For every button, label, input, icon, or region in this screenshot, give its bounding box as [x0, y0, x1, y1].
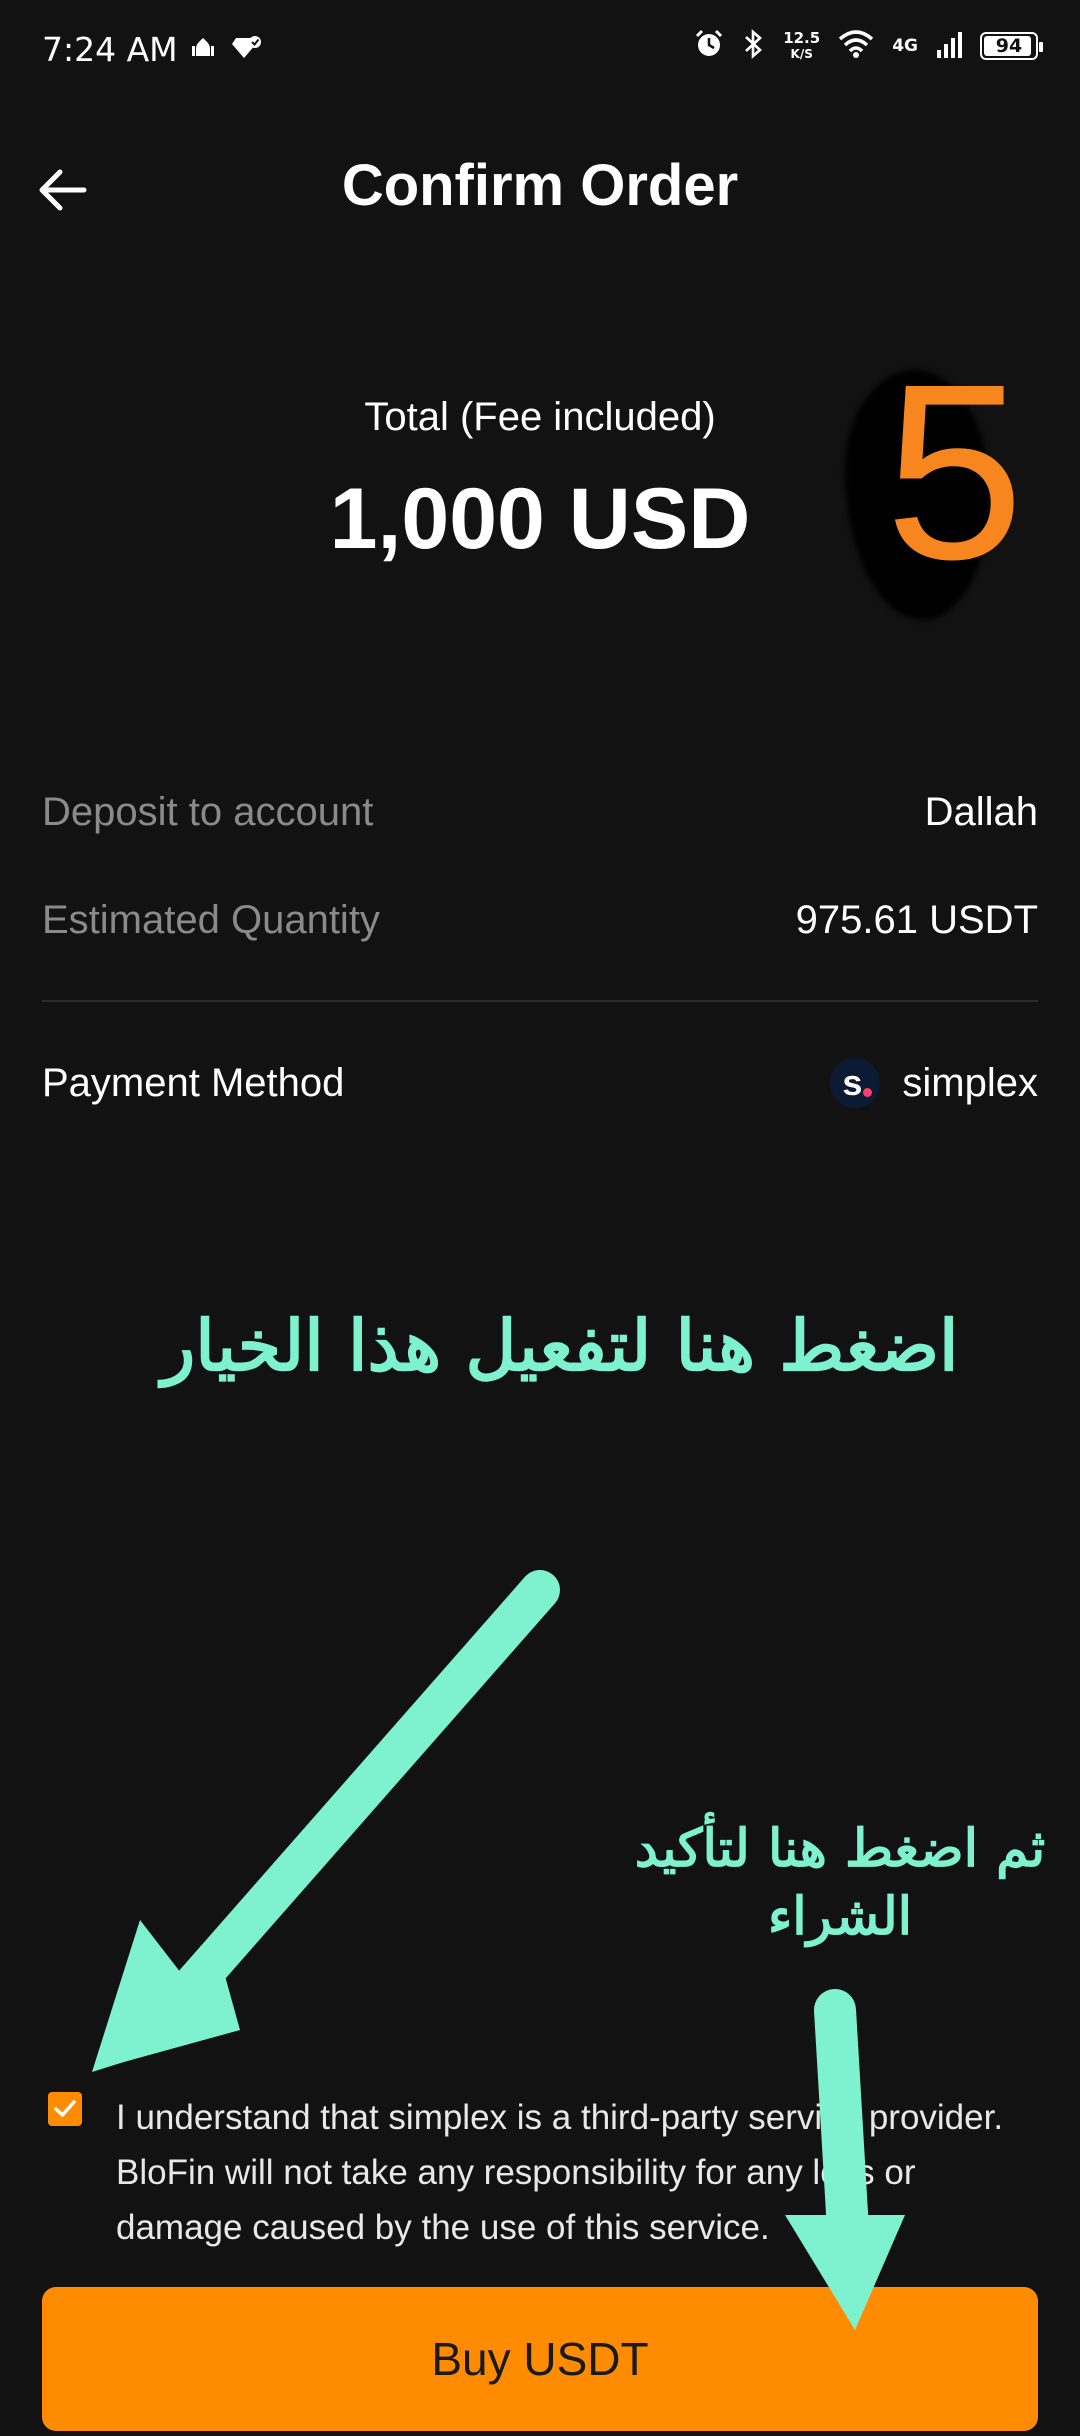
bluetooth-icon	[743, 28, 765, 64]
payment-method-value: s simplex	[830, 1058, 1038, 1108]
deposit-row: Deposit to account Dallah	[42, 790, 1038, 835]
page-title: Confirm Order	[341, 153, 739, 218]
divider	[42, 1000, 1038, 1002]
simplex-logo-dot	[863, 1088, 873, 1097]
status-bar: 7:24 AM 12.5 K/S 4G 94	[0, 0, 1080, 105]
buy-usdt-button[interactable]: Buy USDT	[42, 2287, 1038, 2431]
network-speed-unit: K/S	[790, 47, 813, 61]
payment-method-label: Payment Method	[42, 1060, 345, 1105]
network-speed-value: 12.5	[783, 29, 821, 47]
step-number: 5	[885, 332, 1025, 611]
battery-percent: 94	[995, 35, 1023, 57]
network-speed: 12.5 K/S	[783, 30, 820, 62]
signal-icon	[936, 30, 962, 62]
quantity-label: Estimated Quantity	[42, 898, 380, 942]
quantity-value: 975.61 USDT	[795, 898, 1038, 942]
status-time: 7:24 AM	[42, 30, 178, 69]
header: Confirm Order	[0, 140, 1080, 240]
buy-usdt-label: Buy USDT	[431, 2333, 649, 2385]
arrow-to-checkbox-icon	[92, 1570, 560, 2072]
status-left-icons	[190, 34, 262, 64]
checkmark-icon	[54, 2100, 76, 2117]
mosque-icon	[190, 34, 216, 64]
deposit-label: Deposit to account	[42, 790, 374, 834]
shield-check-icon	[232, 34, 262, 64]
payment-method-name: simplex	[902, 1060, 1038, 1105]
payment-method-row: Payment Method s simplex	[42, 1058, 1038, 1108]
consent-checkbox[interactable]	[48, 2092, 82, 2126]
quantity-row: Estimated Quantity 975.61 USDT	[42, 898, 1038, 943]
step-number-annotation: 5	[835, 330, 1035, 620]
annotation-confirm-purchase: ثم اضغط هنا لتأكيد الشراء	[634, 1818, 1046, 1947]
simplex-logo-icon: s	[830, 1058, 881, 1108]
network-type: 4G	[892, 36, 918, 56]
annotation-enable-option: اضغط هنا لتفعيل هذا الخيار	[161, 1304, 959, 1387]
simplex-logo-letter: s	[842, 1062, 863, 1103]
alarm-icon	[693, 28, 725, 64]
consent-text: I understand that simplex is a third-par…	[116, 2098, 1004, 2247]
status-right-icons: 12.5 K/S 4G 94	[693, 28, 1043, 64]
battery-cap	[1039, 42, 1043, 52]
deposit-value: Dallah	[924, 790, 1038, 834]
battery-icon: 94	[980, 32, 1043, 60]
wifi-icon	[838, 29, 874, 63]
